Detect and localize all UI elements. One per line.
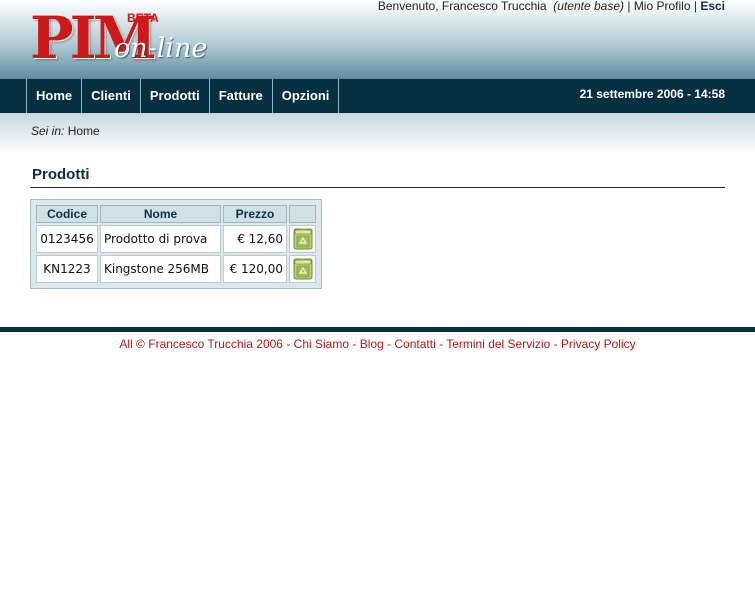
breadcrumb-band [0,113,755,155]
footer-separator: - [550,337,561,351]
logout-link[interactable]: Esci [700,0,725,13]
cell-price: € 12,60 [223,225,287,253]
breadcrumb: Sei in: Home [31,124,100,138]
logo-online-text: on-line [114,33,208,64]
cell-name: Kingstone 256MB [100,255,221,283]
cell-code: 0123456 [36,225,98,253]
footer-link-blog[interactable]: Blog [360,337,384,351]
user-bar: Benvenuto, Francesco Trucchia (utente ba… [378,0,725,14]
header: PIM on-line BETA Benvenuto, Francesco Tr… [0,0,755,79]
breadcrumb-prefix: Sei in: [31,124,65,138]
beta-badge: BETA [127,11,159,25]
footer-divider [0,327,755,333]
nav-item-clienti[interactable]: Clienti [81,79,140,113]
footer-copyright: All © Francesco Trucchia 2006 [119,337,283,351]
cell-price: € 120,00 [223,255,287,283]
separator: | [693,0,697,13]
nav-item-fatture[interactable]: Fatture [208,79,272,113]
products-table: Codice Nome Prezzo 0123456 Prodotto di p… [34,203,318,285]
footer-link-privacy[interactable]: Privacy Policy [561,337,636,351]
products-table-container: Codice Nome Prezzo 0123456 Prodotto di p… [30,199,322,289]
column-header-actions [289,205,316,223]
nav-item-opzioni[interactable]: Opzioni [271,79,340,113]
pim-online-logo[interactable]: PIM on-line BETA [30,8,230,72]
title-divider [30,187,725,188]
footer-separator: - [383,337,395,351]
separator: | [627,0,631,13]
table-header-row: Codice Nome Prezzo [36,205,316,223]
my-profile-link[interactable]: Mio Profilo [634,0,691,13]
footer-link-termini[interactable]: Termini del Servizio [446,337,550,351]
user-role: (utente base) [553,0,624,13]
cell-action [289,225,316,253]
cell-name: Prodotto di prova [100,225,221,253]
column-header-prezzo: Prezzo [223,205,287,223]
column-header-nome: Nome [100,205,221,223]
nav-item-home[interactable]: Home [26,79,81,113]
footer-separator: - [349,337,360,351]
footer-link-contatti[interactable]: Contatti [394,337,435,351]
main-navbar: Home Clienti Prodotti Fatture Opzioni 21… [0,79,755,113]
cell-code: KN1223 [36,255,98,283]
column-header-codice: Codice [36,205,98,223]
table-row: KN1223 Kingstone 256MB € 120,00 [36,255,316,283]
main-menu: Home Clienti Prodotti Fatture Opzioni [26,79,340,113]
page-title: Prodotti [32,166,90,183]
welcome-text: Benvenuto, Francesco Trucchia [377,0,547,13]
cell-action [289,255,316,283]
breadcrumb-current: Home [67,124,100,138]
footer-link-chi-siamo[interactable]: Chi Siamo [294,337,349,351]
current-datetime: 21 settembre 2006 - 14:58 [579,87,725,101]
nav-item-prodotti[interactable]: Prodotti [139,79,209,113]
trash-bin-icon[interactable] [292,228,314,250]
footer-separator: - [282,337,294,351]
trash-bin-icon[interactable] [292,258,314,280]
table-row: 0123456 Prodotto di prova € 12,60 [36,225,316,253]
footer-separator: - [435,337,447,351]
footer: All © Francesco Trucchia 2006 - Chi Siam… [0,337,755,351]
